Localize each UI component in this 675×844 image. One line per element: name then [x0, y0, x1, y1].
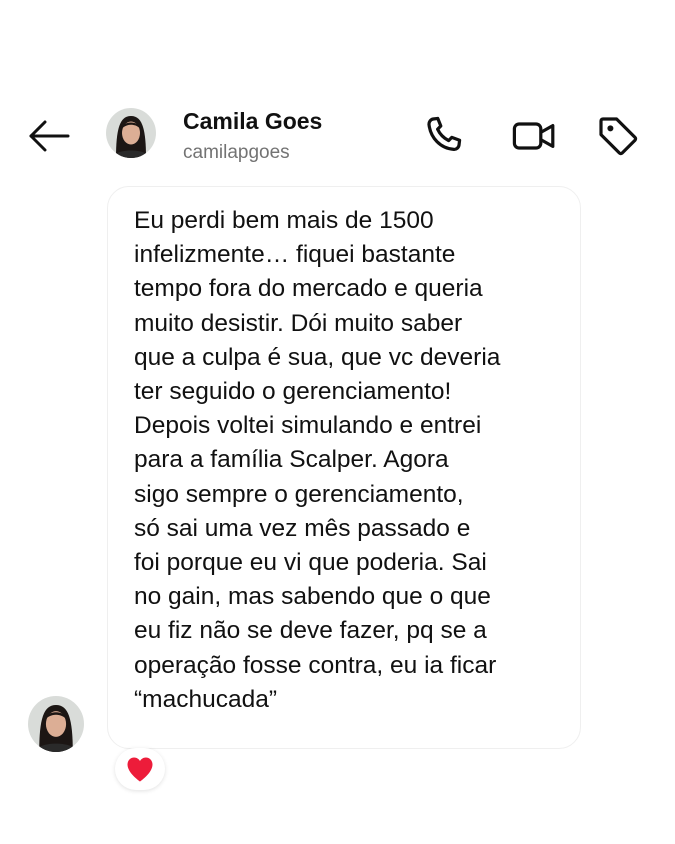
profile-photo-icon — [28, 696, 84, 752]
contact-handle: camilapgoes — [183, 142, 290, 163]
sender-avatar[interactable] — [28, 696, 84, 752]
heart-icon — [127, 757, 153, 782]
tag-button[interactable] — [594, 112, 642, 160]
video-camera-icon — [512, 122, 555, 150]
heart-reaction[interactable] — [115, 748, 165, 790]
contact-name[interactable]: Camila Goes — [183, 108, 322, 135]
call-button[interactable] — [420, 112, 468, 160]
video-call-button[interactable] — [510, 112, 558, 160]
message-bubble[interactable]: Eu perdi bem mais de 1500 infelizmente… … — [107, 186, 581, 749]
contact-avatar[interactable] — [106, 108, 156, 158]
back-button[interactable] — [26, 116, 72, 156]
phone-icon — [427, 116, 462, 152]
arrow-left-icon — [29, 120, 70, 152]
profile-photo-icon — [106, 108, 156, 158]
message-text: Eu perdi bem mais de 1500 infelizmente… … — [134, 207, 501, 713]
tag-icon — [599, 117, 638, 156]
chat-header: Camila Goes camilapgoes — [0, 100, 675, 170]
